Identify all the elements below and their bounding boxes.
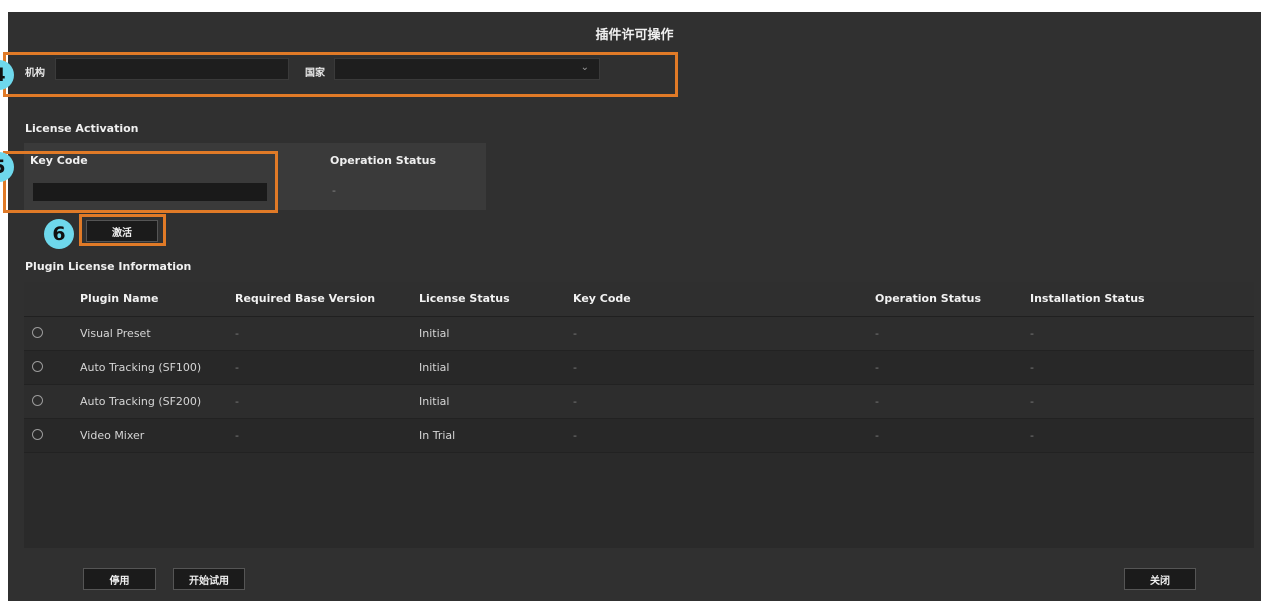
col-key-code: Key Code	[573, 292, 631, 305]
highlight-key-code	[3, 151, 278, 213]
cell-key-code: -	[573, 327, 577, 340]
start-trial-button[interactable]: 开始试用	[173, 568, 245, 590]
cell-key-code: -	[573, 395, 577, 408]
cell-plugin-name: Visual Preset	[80, 327, 151, 340]
operation-status-value: -	[332, 184, 336, 197]
cell-license-status: Initial	[419, 327, 450, 340]
table-row[interactable]: Video Mixer - In Trial - - -	[24, 419, 1254, 453]
col-license-status: License Status	[419, 292, 510, 305]
col-operation-status: Operation Status	[875, 292, 982, 305]
cell-license-status: Initial	[419, 395, 450, 408]
radio-icon[interactable]	[32, 395, 43, 406]
cell-installation-status: -	[1030, 361, 1034, 374]
cell-plugin-name: Auto Tracking (SF200)	[80, 395, 202, 408]
radio-icon[interactable]	[32, 429, 43, 440]
license-activation-heading: License Activation	[25, 122, 139, 135]
cell-operation-status: -	[875, 429, 879, 442]
disable-button[interactable]: 停用	[83, 568, 156, 590]
col-plugin-name: Plugin Name	[80, 292, 159, 305]
table-row[interactable]: Auto Tracking (SF100) - Initial - - -	[24, 351, 1254, 385]
close-button[interactable]: 关闭	[1124, 568, 1196, 590]
cell-installation-status: -	[1030, 395, 1034, 408]
table-row[interactable]: Auto Tracking (SF200) - Initial - - -	[24, 385, 1254, 419]
highlight-activate-button	[79, 214, 166, 246]
highlight-org-country-row	[3, 52, 678, 97]
plugin-license-table: Plugin Name Required Base Version Licens…	[24, 282, 1254, 548]
cell-required-base-version: -	[235, 395, 239, 408]
cell-installation-status: -	[1030, 327, 1034, 340]
dialog-title: 插件许可操作	[595, 28, 674, 43]
cell-license-status: Initial	[419, 361, 450, 374]
cell-required-base-version: -	[235, 327, 239, 340]
cell-operation-status: -	[875, 395, 879, 408]
col-required-base-version: Required Base Version	[235, 292, 376, 305]
operation-status-label: Operation Status	[330, 154, 437, 167]
cell-plugin-name: Auto Tracking (SF100)	[80, 361, 202, 374]
cell-plugin-name: Video Mixer	[80, 429, 145, 442]
cell-required-base-version: -	[235, 361, 239, 374]
plugin-info-heading: Plugin License Information	[25, 260, 192, 273]
radio-icon[interactable]	[32, 361, 43, 372]
table-header: Plugin Name Required Base Version Licens…	[24, 282, 1254, 317]
table-row[interactable]: Visual Preset - Initial - - -	[24, 317, 1254, 351]
callout-badge-6: 6	[44, 219, 74, 249]
cell-operation-status: -	[875, 361, 879, 374]
radio-icon[interactable]	[32, 327, 43, 338]
cell-installation-status: -	[1030, 429, 1034, 442]
cell-key-code: -	[573, 429, 577, 442]
cell-license-status: In Trial	[419, 429, 456, 442]
cell-operation-status: -	[875, 327, 879, 340]
col-installation-status: Installation Status	[1030, 292, 1145, 305]
plugin-license-dialog: 插件许可操作 机构 国家 ⌄ License Activation Key Co…	[8, 12, 1261, 601]
cell-required-base-version: -	[235, 429, 239, 442]
cell-key-code: -	[573, 361, 577, 374]
